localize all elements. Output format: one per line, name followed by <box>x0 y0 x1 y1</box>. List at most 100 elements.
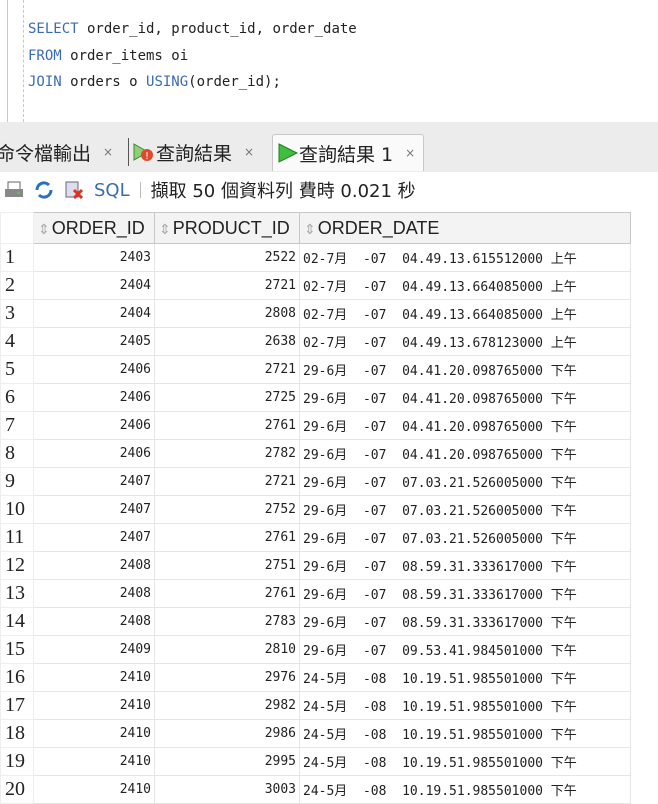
code-line[interactable]: JOIN orders o USING(order_id); <box>28 69 357 96</box>
cell-product-id[interactable]: 2752 <box>154 495 300 524</box>
table-row[interactable]: 10 2407 2752 29-6月 -07 07.03.21.526005000 下… <box>0 495 631 524</box>
table-row[interactable]: 6 2406 2725 29-6月 -07 04.41.20.098765000 下午 <box>0 383 631 412</box>
close-icon[interactable]: × <box>244 145 254 159</box>
table-row[interactable]: 18 2410 2986 24-5月 -08 10.19.51.985501000 下… <box>0 719 631 748</box>
cell-order-id[interactable]: 2410 <box>33 775 155 804</box>
cell-order-id[interactable]: 2404 <box>33 271 155 300</box>
cell-order-date[interactable]: 29-6月 -07 08.59.31.333617000 下午 <box>299 551 631 580</box>
table-row[interactable]: 9 2407 2721 29-6月 -07 07.03.21.526005000 下午 <box>0 467 631 496</box>
table-row[interactable]: 7 2406 2761 29-6月 -07 04.41.20.098765000 下午 <box>0 411 631 440</box>
cell-order-id[interactable]: 2407 <box>33 495 155 524</box>
cell-order-id[interactable]: 2407 <box>33 467 155 496</box>
sort-icon[interactable]: ⇕ <box>159 221 171 237</box>
cell-order-date[interactable]: 29-6月 -07 08.59.31.333617000 下午 <box>299 607 631 636</box>
cell-product-id[interactable]: 2810 <box>154 635 300 664</box>
close-icon[interactable]: × <box>103 145 113 159</box>
table-row[interactable]: 17 2410 2982 24-5月 -08 10.19.51.985501000 下… <box>0 691 631 720</box>
cell-order-date[interactable]: 02-7月 -07 04.49.13.678123000 上午 <box>299 327 631 356</box>
cell-order-date[interactable]: 29-6月 -07 04.41.20.098765000 下午 <box>299 411 631 440</box>
cell-order-date[interactable]: 02-7月 -07 04.49.13.615512000 上午 <box>299 243 631 272</box>
column-header-order-id[interactable]: ⇕ ORDER_ID <box>33 212 155 244</box>
table-row[interactable]: 1 2403 2522 02-7月 -07 04.49.13.615512000 上午 <box>0 243 631 272</box>
cell-order-id[interactable]: 2404 <box>33 299 155 328</box>
sql-editor[interactable]: SELECT order_id, product_id, order_date F… <box>0 0 658 123</box>
cell-product-id[interactable]: 2721 <box>154 271 300 300</box>
table-row[interactable]: 4 2405 2638 02-7月 -07 04.49.13.678123000 上午 <box>0 327 631 356</box>
sort-icon[interactable]: ⇕ <box>304 221 316 237</box>
table-row[interactable]: 13 2408 2761 29-6月 -07 08.59.31.333617000 下… <box>0 579 631 608</box>
cell-order-id[interactable]: 2410 <box>33 691 155 720</box>
cell-product-id[interactable]: 2783 <box>154 607 300 636</box>
cell-order-id[interactable]: 2408 <box>33 579 155 608</box>
cell-order-date[interactable]: 02-7月 -07 04.49.13.664085000 上午 <box>299 271 631 300</box>
cell-order-id[interactable]: 2406 <box>33 383 155 412</box>
cell-order-id[interactable]: 2405 <box>33 327 155 356</box>
column-header-product-id[interactable]: ⇕ PRODUCT_ID <box>154 212 300 244</box>
cell-product-id[interactable]: 2808 <box>154 299 300 328</box>
table-row[interactable]: 3 2404 2808 02-7月 -07 04.49.13.664085000 上午 <box>0 299 631 328</box>
table-row[interactable]: 14 2408 2783 29-6月 -07 08.59.31.333617000 下… <box>0 607 631 636</box>
cancel-query-icon[interactable] <box>64 180 84 200</box>
cell-order-id[interactable]: 2408 <box>33 607 155 636</box>
table-row[interactable]: 15 2409 2810 29-6月 -07 09.53.41.984501000 下… <box>0 635 631 664</box>
cell-order-date[interactable]: 29-6月 -07 08.59.31.333617000 下午 <box>299 579 631 608</box>
sql-code[interactable]: SELECT order_id, product_id, order_date F… <box>28 16 357 96</box>
table-row[interactable]: 12 2408 2751 29-6月 -07 08.59.31.333617000 下… <box>0 551 631 580</box>
sql-button[interactable]: SQL <box>94 180 130 201</box>
refresh-icon[interactable] <box>34 180 54 200</box>
cell-product-id[interactable]: 2986 <box>154 719 300 748</box>
cell-order-date[interactable]: 24-5月 -08 10.19.51.985501000 下午 <box>299 719 631 748</box>
cell-order-date[interactable]: 02-7月 -07 04.49.13.664085000 上午 <box>299 299 631 328</box>
table-row[interactable]: 8 2406 2782 29-6月 -07 04.41.20.098765000 下午 <box>0 439 631 468</box>
sort-icon[interactable]: ⇕ <box>38 221 50 237</box>
cell-product-id[interactable]: 2782 <box>154 439 300 468</box>
cell-product-id[interactable]: 2761 <box>154 579 300 608</box>
cell-order-id[interactable]: 2410 <box>33 747 155 776</box>
cell-order-id[interactable]: 2410 <box>33 719 155 748</box>
cell-product-id[interactable]: 2995 <box>154 747 300 776</box>
cell-product-id[interactable]: 2522 <box>154 243 300 272</box>
cell-order-date[interactable]: 24-5月 -08 10.19.51.985501000 下午 <box>299 775 631 804</box>
close-icon[interactable]: × <box>405 146 415 160</box>
cell-order-id[interactable]: 2403 <box>33 243 155 272</box>
cell-order-date[interactable]: 29-6月 -07 07.03.21.526005000 下午 <box>299 467 631 496</box>
cell-order-date[interactable]: 24-5月 -08 10.19.51.985501000 下午 <box>299 747 631 776</box>
cell-product-id[interactable]: 3003 <box>154 775 300 804</box>
cell-order-id[interactable]: 2409 <box>33 635 155 664</box>
cell-order-date[interactable]: 29-6月 -07 04.41.20.098765000 下午 <box>299 439 631 468</box>
cell-order-id[interactable]: 2408 <box>33 551 155 580</box>
cell-order-id[interactable]: 2410 <box>33 663 155 692</box>
tab-query-result[interactable]: ! 查詢結果 × <box>132 134 254 170</box>
cell-order-date[interactable]: 24-5月 -08 10.19.51.985501000 下午 <box>299 663 631 692</box>
code-line[interactable]: FROM order_items oi <box>28 43 357 70</box>
cell-product-id[interactable]: 2721 <box>154 355 300 384</box>
cell-product-id[interactable]: 2761 <box>154 523 300 552</box>
cell-order-date[interactable]: 24-5月 -08 10.19.51.985501000 下午 <box>299 691 631 720</box>
table-row[interactable]: 20 2410 3003 24-5月 -08 10.19.51.985501000 下… <box>0 775 631 804</box>
table-row[interactable]: 11 2407 2761 29-6月 -07 07.03.21.526005000 下… <box>0 523 631 552</box>
cell-product-id[interactable]: 2976 <box>154 663 300 692</box>
table-row[interactable]: 16 2410 2976 24-5月 -08 10.19.51.985501000 下… <box>0 663 631 692</box>
cell-product-id[interactable]: 2982 <box>154 691 300 720</box>
column-header-order-date[interactable]: ⇕ ORDER_DATE <box>299 212 631 244</box>
table-row[interactable]: 2 2404 2721 02-7月 -07 04.49.13.664085000 上午 <box>0 271 631 300</box>
cell-product-id[interactable]: 2721 <box>154 467 300 496</box>
tab-query-result-1[interactable]: 查詢結果 1 × <box>272 134 425 171</box>
cell-order-date[interactable]: 29-6月 -07 04.41.20.098765000 下午 <box>299 355 631 384</box>
cell-order-date[interactable]: 29-6月 -07 07.03.21.526005000 下午 <box>299 523 631 552</box>
print-icon[interactable] <box>4 180 24 200</box>
cell-product-id[interactable]: 2751 <box>154 551 300 580</box>
cell-product-id[interactable]: 2638 <box>154 327 300 356</box>
table-row[interactable]: 5 2406 2721 29-6月 -07 04.41.20.098765000 下午 <box>0 355 631 384</box>
cell-order-id[interactable]: 2406 <box>33 439 155 468</box>
tab-script-output[interactable]: 命令檔輸出 × <box>0 134 113 170</box>
cell-product-id[interactable]: 2725 <box>154 383 300 412</box>
cell-order-date[interactable]: 29-6月 -07 04.41.20.098765000 下午 <box>299 383 631 412</box>
table-row[interactable]: 19 2410 2995 24-5月 -08 10.19.51.985501000 下… <box>0 747 631 776</box>
cell-order-date[interactable]: 29-6月 -07 07.03.21.526005000 下午 <box>299 495 631 524</box>
code-line[interactable]: SELECT order_id, product_id, order_date <box>28 16 357 43</box>
cell-order-id[interactable]: 2406 <box>33 355 155 384</box>
cell-order-id[interactable]: 2406 <box>33 411 155 440</box>
cell-order-date[interactable]: 29-6月 -07 09.53.41.984501000 下午 <box>299 635 631 664</box>
cell-product-id[interactable]: 2761 <box>154 411 300 440</box>
